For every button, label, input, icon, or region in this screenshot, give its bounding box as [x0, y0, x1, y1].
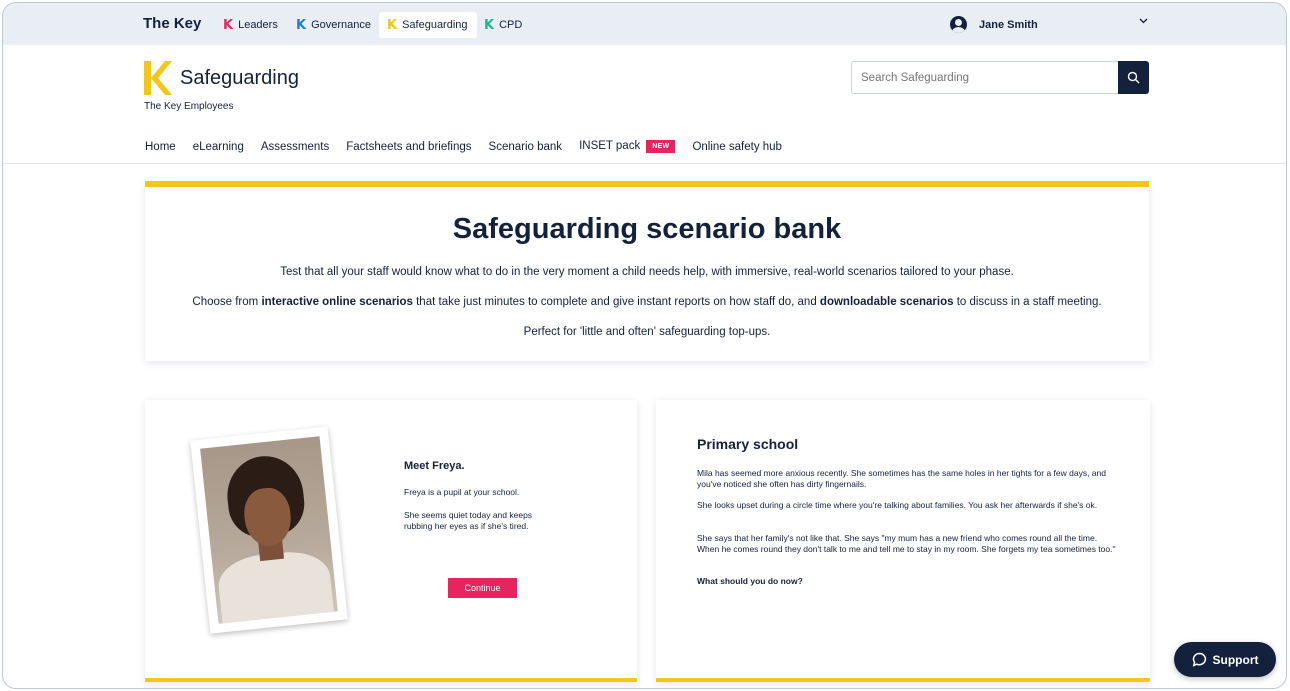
- continue-button[interactable]: Continue: [448, 578, 517, 598]
- scenario-title: Meet Freya.: [404, 460, 465, 472]
- scenario-text: She seems quiet today and keeps rubbing …: [404, 510, 533, 531]
- nav-divider: [3, 163, 1286, 164]
- safeguarding-logo-icon[interactable]: [144, 61, 172, 95]
- hero-text: Choose from: [192, 296, 262, 308]
- search-button[interactable]: [1118, 61, 1149, 94]
- product-tab-safeguarding[interactable]: K Safeguarding: [379, 12, 477, 38]
- avatar-icon: [950, 16, 967, 33]
- support-label: Support: [1212, 652, 1259, 667]
- search-input[interactable]: [851, 61, 1119, 94]
- nav-item-assessments[interactable]: Assessments: [261, 141, 329, 153]
- hero-description: Choose from interactive online scenarios…: [145, 296, 1149, 308]
- nav-item-home[interactable]: Home: [145, 141, 176, 153]
- nav-item-scenario-bank[interactable]: Scenario bank: [489, 141, 563, 153]
- site-title: Safeguarding: [180, 67, 299, 89]
- user-menu[interactable]: Jane Smith: [950, 16, 1038, 33]
- k-logo-icon: K: [484, 17, 495, 33]
- nav-item-label: INSET pack: [579, 140, 641, 152]
- page-title: Safeguarding scenario bank: [452, 213, 842, 245]
- product-bar: The Key K Leaders K Governance K Safegua…: [3, 3, 1286, 45]
- product-tab-label: Safeguarding: [402, 19, 468, 31]
- hero-card: Safeguarding scenario bank Test that all…: [145, 181, 1149, 361]
- card-text: She says that her family's not like that…: [697, 533, 1116, 554]
- product-tab-label: Governance: [311, 19, 372, 31]
- the-key-brand[interactable]: The Key: [143, 15, 201, 32]
- chevron-down-icon[interactable]: [1139, 16, 1148, 27]
- user-name: Jane Smith: [979, 18, 1038, 31]
- product-tab-label: Leaders: [238, 19, 278, 31]
- card-question: What should you do now?: [697, 576, 803, 586]
- card-title: Primary school: [697, 436, 799, 452]
- product-tab-cpd[interactable]: K CPD: [476, 12, 531, 38]
- hero-intro: Test that all your staff would know what…: [280, 266, 1014, 278]
- app-window: The Key K Leaders K Governance K Safegua…: [2, 2, 1287, 689]
- k-logo-icon: K: [387, 17, 398, 33]
- hero-link-downloadable: downloadable scenarios: [819, 296, 954, 308]
- hero-link-interactive: interactive online scenarios: [261, 296, 413, 308]
- product-tab-leaders[interactable]: K Leaders: [215, 12, 287, 38]
- pupil-image: [200, 436, 338, 624]
- scenario-text: Freya is a pupil at your school.: [404, 487, 520, 497]
- hero-tagline: Perfect for 'little and often' safeguard…: [523, 326, 771, 338]
- nav-item-factsheets[interactable]: Factsheets and briefings: [346, 141, 471, 153]
- nav-item-online-safety-hub[interactable]: Online safety hub: [692, 141, 782, 153]
- chat-bubble-icon: [1192, 652, 1206, 667]
- product-tab-label: CPD: [499, 19, 523, 31]
- pupil-photo: [190, 426, 348, 634]
- k-logo-icon: K: [296, 17, 307, 33]
- new-badge: NEW: [646, 140, 676, 153]
- product-tab-governance[interactable]: K Governance: [288, 12, 380, 38]
- hero-text: that take just minutes to complete and g…: [412, 296, 820, 308]
- site-subtitle: The Key Employees: [144, 101, 234, 112]
- nav-item-elearning[interactable]: eLearning: [193, 141, 244, 153]
- card-text: She looks upset during a circle time whe…: [697, 500, 1098, 510]
- hero-text: to discuss in a staff meeting.: [953, 296, 1102, 308]
- card-text: Mila has seemed more anxious recently. S…: [697, 468, 1106, 489]
- nav-item-inset-pack[interactable]: INSET pack NEW: [579, 140, 676, 153]
- search-icon: [1127, 71, 1140, 84]
- k-logo-icon: K: [223, 17, 234, 33]
- support-button[interactable]: Support: [1174, 642, 1276, 677]
- main-nav: Home eLearning Assessments Factsheets an…: [145, 140, 799, 153]
